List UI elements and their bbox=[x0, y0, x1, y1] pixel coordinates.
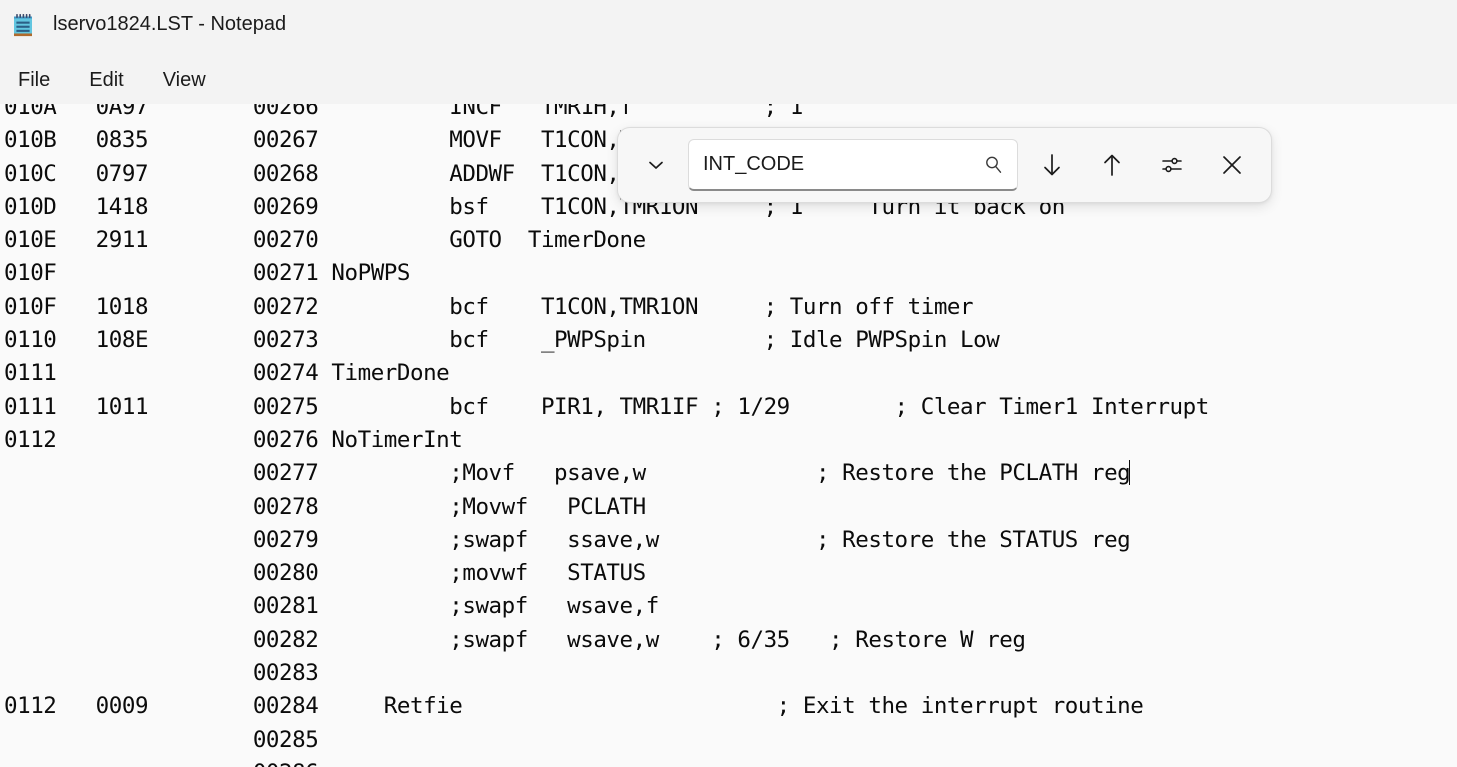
find-previous-button[interactable] bbox=[1086, 139, 1138, 191]
title-bar: lservo1824.LST - Notepad bbox=[0, 0, 1457, 56]
arrow-up-icon bbox=[1097, 150, 1127, 180]
editor-content[interactable]: 010A 0A97 00266 INCF TMR1H,f ; 1 010B 08… bbox=[4, 104, 1209, 767]
arrow-down-icon bbox=[1037, 150, 1067, 180]
menu-bar: File Edit View bbox=[0, 56, 1457, 104]
notepad-window: lservo1824.LST - Notepad File Edit View … bbox=[0, 0, 1457, 767]
find-expand-button[interactable] bbox=[628, 137, 684, 193]
text-editor-area[interactable]: 010A 0A97 00266 INCF TMR1H,f ; 1 010B 08… bbox=[0, 104, 1457, 767]
search-input[interactable] bbox=[689, 140, 1017, 189]
sliders-icon bbox=[1158, 151, 1186, 179]
find-next-button[interactable] bbox=[1026, 139, 1078, 191]
find-close-button[interactable] bbox=[1206, 139, 1258, 191]
close-icon bbox=[1219, 152, 1245, 178]
chevron-down-icon bbox=[646, 155, 666, 175]
text-caret bbox=[1129, 460, 1130, 485]
notepad-icon bbox=[10, 12, 40, 42]
menu-item-view[interactable]: View bbox=[149, 64, 220, 97]
find-bar bbox=[617, 127, 1272, 203]
menu-item-edit[interactable]: Edit bbox=[75, 64, 137, 97]
window-title: lservo1824.LST - Notepad bbox=[53, 13, 286, 36]
find-input-wrapper[interactable] bbox=[688, 139, 1018, 191]
menu-item-file[interactable]: File bbox=[4, 64, 64, 97]
find-options-button[interactable] bbox=[1146, 139, 1198, 191]
